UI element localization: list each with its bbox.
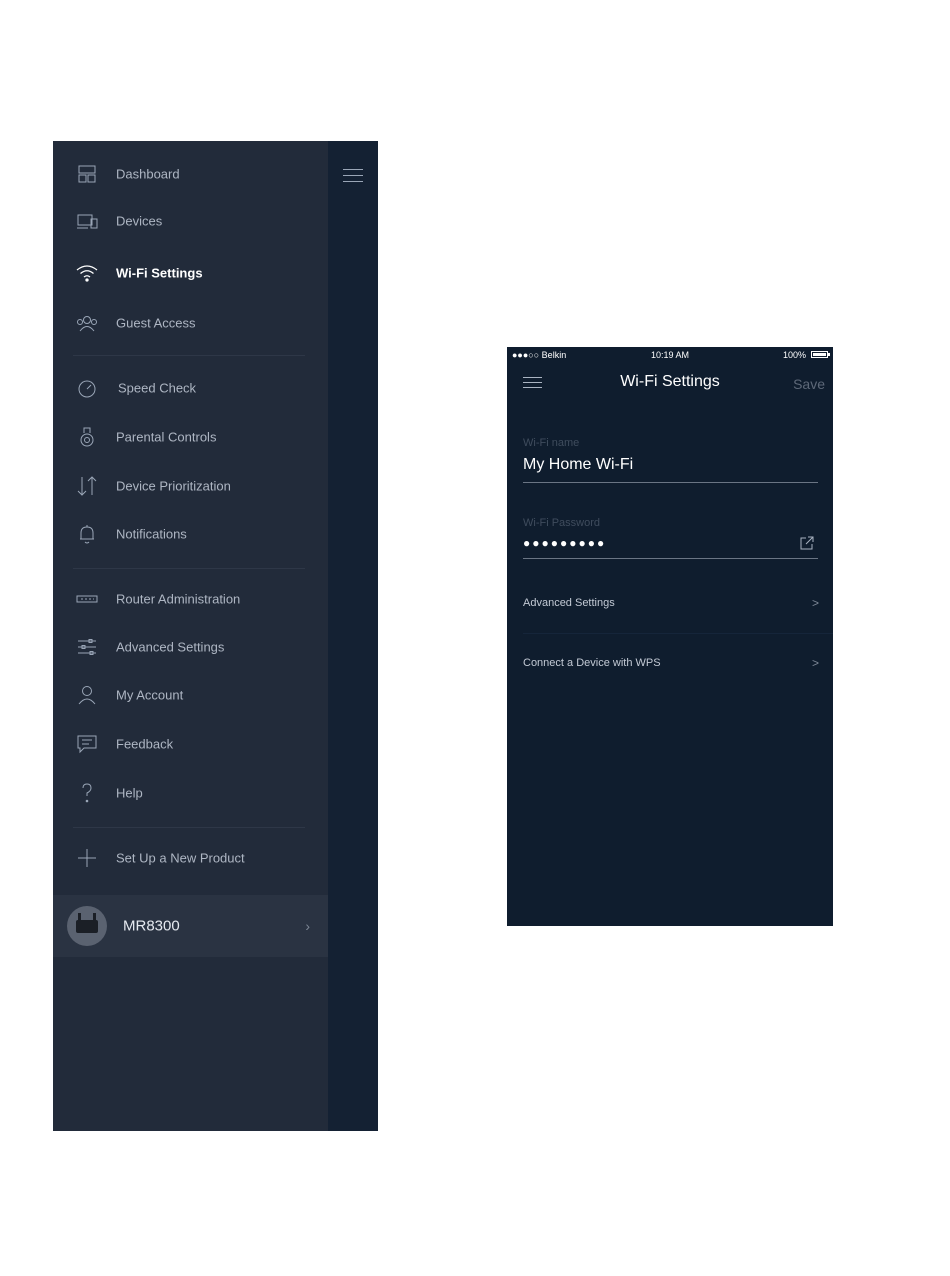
nav-item-dashboard[interactable]: Dashboard bbox=[53, 154, 328, 194]
product-name: MR8300 bbox=[123, 917, 180, 935]
battery-percent: 100% bbox=[782, 350, 806, 360]
sliders-icon bbox=[75, 635, 99, 659]
wifi-name-label: Wi-Fi name bbox=[523, 437, 580, 449]
router-icon bbox=[75, 587, 99, 611]
nav-label: Advanced Settings bbox=[116, 639, 225, 655]
nav-label: Dashboard bbox=[116, 166, 180, 182]
wifi-name-input[interactable] bbox=[523, 456, 818, 474]
nav-label: Help bbox=[116, 785, 143, 801]
nav-divider bbox=[73, 568, 305, 569]
external-link-icon[interactable] bbox=[799, 535, 815, 551]
chevron-right-icon: › bbox=[305, 918, 310, 934]
chat-bubble-icon bbox=[75, 732, 99, 756]
devices-icon bbox=[75, 209, 99, 233]
nav-label: Feedback bbox=[116, 736, 174, 752]
question-mark-icon bbox=[75, 781, 99, 805]
menu-icon[interactable] bbox=[343, 169, 363, 183]
nav-item-device-prioritization[interactable]: Device Prioritization bbox=[53, 466, 328, 506]
bell-icon bbox=[75, 522, 99, 546]
nav-item-router-administration[interactable]: Router Administration bbox=[53, 579, 328, 619]
page-title: Wi-Fi Settings bbox=[620, 373, 720, 390]
nav-item-speed-check[interactable]: Speed Check bbox=[53, 368, 328, 408]
row-label: Connect a Device with WPS bbox=[523, 657, 661, 669]
nav-item-devices[interactable]: Devices bbox=[53, 201, 328, 241]
nav-item-my-account[interactable]: My Account bbox=[53, 675, 328, 715]
wifi-password-label: Wi-Fi Password bbox=[523, 517, 601, 529]
router-avatar bbox=[67, 906, 107, 946]
nav-item-set-up-new-product[interactable]: Set Up a New Product bbox=[53, 838, 328, 878]
nav-item-parental-controls[interactable]: Parental Controls bbox=[53, 417, 328, 457]
nav-label: Notifications bbox=[116, 526, 187, 542]
nav-label: Parental Controls bbox=[116, 429, 217, 445]
status-bar: ●●●○○ Belkin 10:19 AM 100% bbox=[507, 347, 833, 363]
nav-divider bbox=[73, 827, 305, 828]
save-button[interactable]: Save bbox=[793, 376, 825, 392]
nav-label: Wi-Fi Settings bbox=[116, 265, 203, 281]
parental-controls-icon bbox=[75, 425, 99, 449]
navigation-drawer: Dashboard Devices Wi-Fi Settings Guest A… bbox=[53, 141, 328, 1131]
nav-label: Speed Check bbox=[118, 380, 197, 396]
nav-label: Set Up a New Product bbox=[116, 850, 245, 866]
user-icon bbox=[75, 683, 99, 707]
dashboard-icon bbox=[75, 162, 99, 186]
nav-item-feedback[interactable]: Feedback bbox=[53, 724, 328, 764]
row-divider bbox=[523, 633, 833, 634]
plus-icon bbox=[75, 846, 99, 870]
nav-label: Router Administration bbox=[116, 591, 241, 607]
field-underline bbox=[523, 482, 818, 483]
nav-label: Guest Access bbox=[116, 315, 196, 331]
speedometer-icon bbox=[75, 376, 99, 400]
row-label: Advanced Settings bbox=[523, 597, 615, 609]
prioritization-arrows-icon bbox=[75, 474, 99, 498]
nav-label: Device Prioritization bbox=[116, 478, 231, 494]
chevron-right-icon: > bbox=[811, 596, 819, 610]
battery-icon bbox=[811, 351, 830, 358]
nav-item-advanced-settings[interactable]: Advanced Settings bbox=[53, 627, 328, 667]
nav-divider bbox=[73, 355, 305, 356]
wifi-icon bbox=[75, 261, 99, 285]
wifi-password-input[interactable]: ●●●●●●●●● bbox=[523, 536, 606, 550]
nav-label: My Account bbox=[116, 687, 184, 703]
product-row[interactable]: MR8300 › bbox=[53, 895, 328, 957]
nav-item-wifi-settings[interactable]: Wi-Fi Settings bbox=[53, 253, 328, 293]
nav-item-notifications[interactable]: Notifications bbox=[53, 514, 328, 554]
underlying-screen-edge bbox=[328, 141, 378, 1131]
navigation-drawer-screenshot: Dashboard Devices Wi-Fi Settings Guest A… bbox=[53, 141, 378, 1131]
field-underline bbox=[523, 558, 818, 559]
wifi-settings-screen: ●●●○○ Belkin 10:19 AM 100% Wi-Fi Setting… bbox=[507, 347, 833, 926]
nav-item-guest-access[interactable]: Guest Access bbox=[53, 303, 328, 343]
nav-item-help[interactable]: Help bbox=[53, 773, 328, 813]
nav-label: Devices bbox=[116, 213, 163, 229]
guest-access-icon bbox=[75, 311, 99, 335]
connect-wps-row[interactable]: Connect a Device with WPS > bbox=[507, 644, 833, 682]
advanced-settings-row[interactable]: Advanced Settings > bbox=[507, 584, 833, 622]
chevron-right-icon: > bbox=[811, 656, 819, 670]
